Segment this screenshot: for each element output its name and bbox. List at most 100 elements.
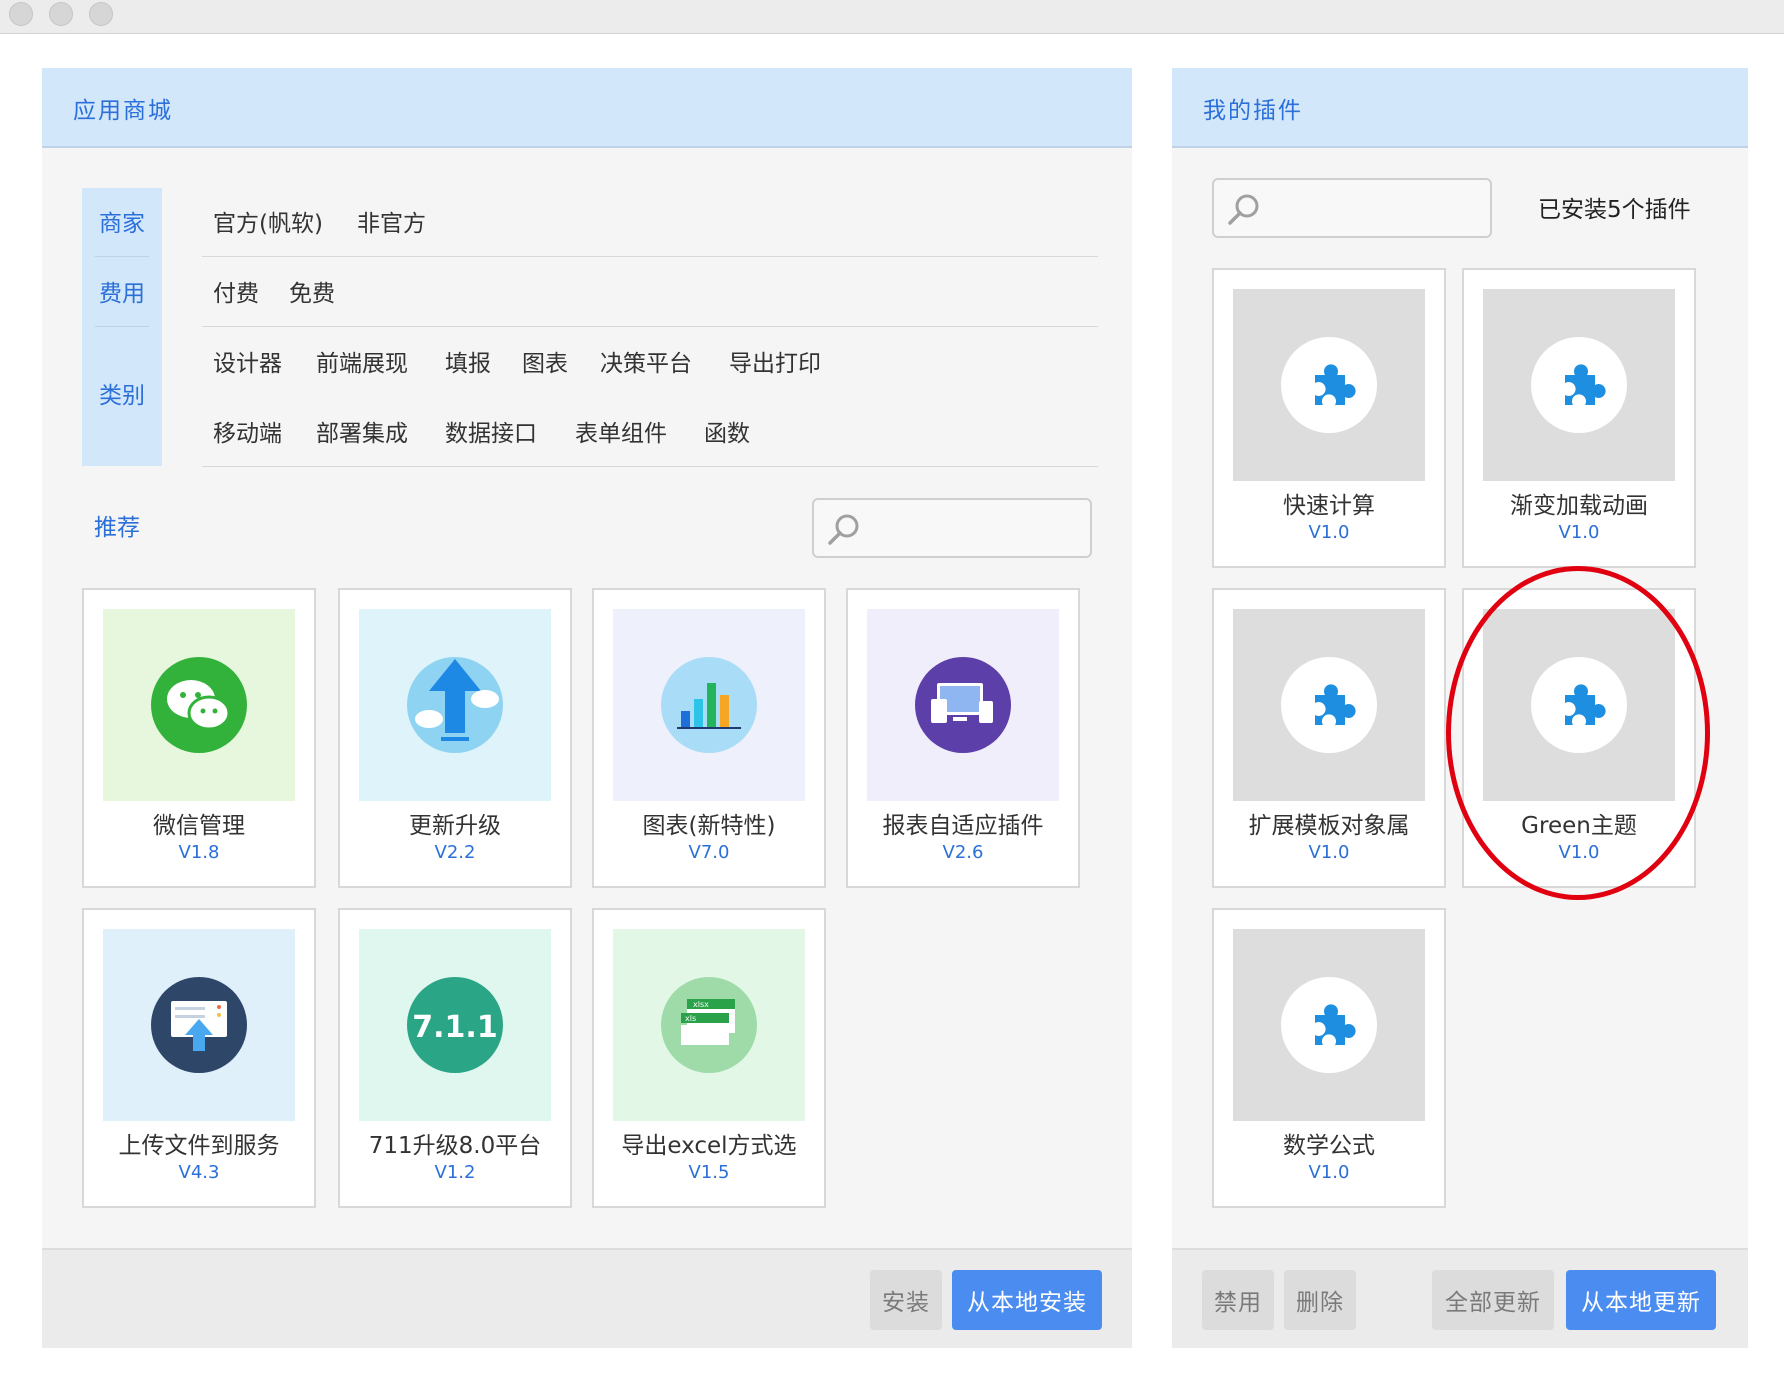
plugin-version: V1.0	[1558, 842, 1600, 863]
plugin-thumbnail	[1483, 609, 1675, 801]
my-plugin-card-math-formula[interactable]: 数学公式 V1.0	[1212, 908, 1446, 1208]
plugin-version: V7.0	[688, 842, 730, 863]
filter-category-fill[interactable]: 填报	[445, 344, 491, 378]
filter-divider	[95, 326, 149, 327]
my-plugin-card-quick-calc[interactable]: 快速计算 V1.0	[1212, 268, 1446, 568]
filter-category-form[interactable]: 表单组件	[575, 414, 667, 448]
filter-row-divider	[202, 326, 1098, 327]
filter-row-divider	[202, 256, 1098, 257]
bar-chart-icon	[661, 657, 757, 753]
plugin-thumbnail	[1483, 289, 1675, 481]
puzzle-icon	[1281, 977, 1377, 1073]
plugin-version: V2.6	[942, 842, 984, 863]
filter-merchant-official[interactable]: 官方(帆软)	[213, 204, 323, 238]
window-titlebar	[0, 0, 1784, 34]
plugin-name: 图表(新特性)	[642, 813, 776, 839]
install-button[interactable]: 安装	[870, 1270, 942, 1330]
plugin-name: 渐变加载动画	[1510, 493, 1648, 519]
plugin-name: Green主题	[1521, 813, 1637, 839]
plugin-version: V1.8	[178, 842, 220, 863]
store-plugin-card-chart[interactable]: 图表(新特性) V7.0	[592, 588, 826, 888]
filter-category-function[interactable]: 函数	[704, 414, 750, 448]
plugin-name: 快速计算	[1283, 493, 1375, 519]
my-plugins-search-input[interactable]	[1212, 178, 1492, 238]
my-plugin-card-template-ext[interactable]: 扩展模板对象属 V1.0	[1212, 588, 1446, 888]
devices-icon	[915, 657, 1011, 753]
plugin-name: 更新升级	[409, 813, 501, 839]
filter-category-chart[interactable]: 图表	[522, 344, 568, 378]
plugin-version: V1.2	[434, 1162, 476, 1183]
filter-divider	[95, 256, 149, 257]
plugin-name: 上传文件到服务	[118, 1133, 280, 1159]
plugin-thumbnail	[103, 609, 295, 801]
filter-cost-paid[interactable]: 付费	[213, 274, 259, 308]
my-plugin-card-green-theme[interactable]: Green主题 V1.0	[1462, 588, 1696, 888]
plugin-name: 数学公式	[1283, 1133, 1375, 1159]
puzzle-icon	[1531, 657, 1627, 753]
filter-label-merchant: 商家	[99, 211, 145, 237]
window-close-button[interactable]	[9, 2, 33, 26]
plugin-version: V2.2	[434, 842, 476, 863]
update-all-button[interactable]: 全部更新	[1432, 1270, 1554, 1330]
excel-export-icon: xlsx xls	[661, 977, 757, 1073]
plugin-thumbnail: 7.1.1	[359, 929, 551, 1121]
plugin-thumbnail	[613, 609, 805, 801]
app-store-footer: 安装 从本地安装	[42, 1248, 1132, 1348]
plugin-thumbnail	[867, 609, 1059, 801]
filter-category-export[interactable]: 导出打印	[729, 344, 821, 378]
plugin-thumbnail	[1233, 609, 1425, 801]
disable-button[interactable]: 禁用	[1202, 1270, 1274, 1330]
installed-count: 已安装5个插件	[1538, 197, 1691, 223]
excel-tag-xls: xls	[685, 1014, 696, 1023]
file-upload-icon	[151, 977, 247, 1073]
filter-category-frontend[interactable]: 前端展现	[316, 344, 408, 378]
filter-label-cost: 费用	[99, 281, 145, 307]
plugin-thumbnail	[1233, 929, 1425, 1121]
store-plugin-card-excel-export[interactable]: xlsx xls 导出excel方式选 V1.5	[592, 908, 826, 1208]
my-plugin-card-gradient-loading[interactable]: 渐变加载动画 V1.0	[1462, 268, 1696, 568]
plugin-version: V1.0	[1308, 1162, 1350, 1183]
store-search-input[interactable]	[812, 498, 1092, 558]
app-store-header: 应用商城	[42, 68, 1132, 148]
plugin-version: V4.3	[178, 1162, 220, 1183]
store-plugin-card-adaptive[interactable]: 报表自适应插件 V2.6	[846, 588, 1080, 888]
puzzle-icon	[1281, 337, 1377, 433]
plugin-thumbnail	[103, 929, 295, 1121]
my-plugins-header: 我的插件	[1172, 68, 1748, 148]
filter-category-mobile[interactable]: 移动端	[213, 414, 282, 448]
excel-tag-xlsx: xlsx	[693, 1000, 709, 1009]
wechat-icon	[151, 657, 247, 753]
plugin-thumbnail: xlsx xls	[613, 929, 805, 1121]
my-plugins-footer: 禁用 删除 全部更新 从本地更新	[1172, 1248, 1748, 1348]
plugin-name: 微信管理	[153, 813, 245, 839]
plugin-thumbnail	[1233, 289, 1425, 481]
window-zoom-button[interactable]	[89, 2, 113, 26]
store-plugin-card-wechat[interactable]: 微信管理 V1.8	[82, 588, 316, 888]
local-install-button[interactable]: 从本地安装	[952, 1270, 1102, 1330]
filter-category-deploy[interactable]: 部署集成	[316, 414, 408, 448]
version-badge-text: 7.1.1	[412, 1010, 497, 1045]
recommend-label: 推荐	[94, 515, 140, 541]
window-minimize-button[interactable]	[49, 2, 73, 26]
upload-cloud-icon	[407, 657, 503, 753]
store-plugin-card-update[interactable]: 更新升级 V2.2	[338, 588, 572, 888]
app-store-panel: 应用商城 商家 费用 类别 官方(帆软) 非官方 付费 免费 设计器 前端展现 …	[42, 68, 1132, 1348]
filter-category-data-api[interactable]: 数据接口	[445, 414, 537, 448]
filter-merchant-unofficial[interactable]: 非官方	[357, 204, 426, 238]
plugin-name: 报表自适应插件	[882, 813, 1044, 839]
app-store-title: 应用商城	[73, 98, 173, 124]
delete-button[interactable]: 删除	[1284, 1270, 1356, 1330]
plugin-name: 711升级8.0平台	[368, 1133, 542, 1159]
store-plugin-card-upload[interactable]: 上传文件到服务 V4.3	[82, 908, 316, 1208]
store-plugin-card-upgrade-711[interactable]: 7.1.1 711升级8.0平台 V1.2	[338, 908, 572, 1208]
my-plugins-panel: 我的插件 已安装5个插件 快速计算 V1.0 渐变加载动画 V1.0 扩展模板对…	[1172, 68, 1748, 1348]
puzzle-icon	[1531, 337, 1627, 433]
plugin-name: 扩展模板对象属	[1248, 813, 1410, 839]
filter-cost-free[interactable]: 免费	[289, 274, 335, 308]
filter-category-designer[interactable]: 设计器	[213, 344, 282, 378]
plugin-thumbnail	[359, 609, 551, 801]
puzzle-icon	[1281, 657, 1377, 753]
local-update-button[interactable]: 从本地更新	[1566, 1270, 1716, 1330]
search-icon	[1228, 194, 1259, 225]
filter-category-decision[interactable]: 决策平台	[600, 344, 692, 378]
